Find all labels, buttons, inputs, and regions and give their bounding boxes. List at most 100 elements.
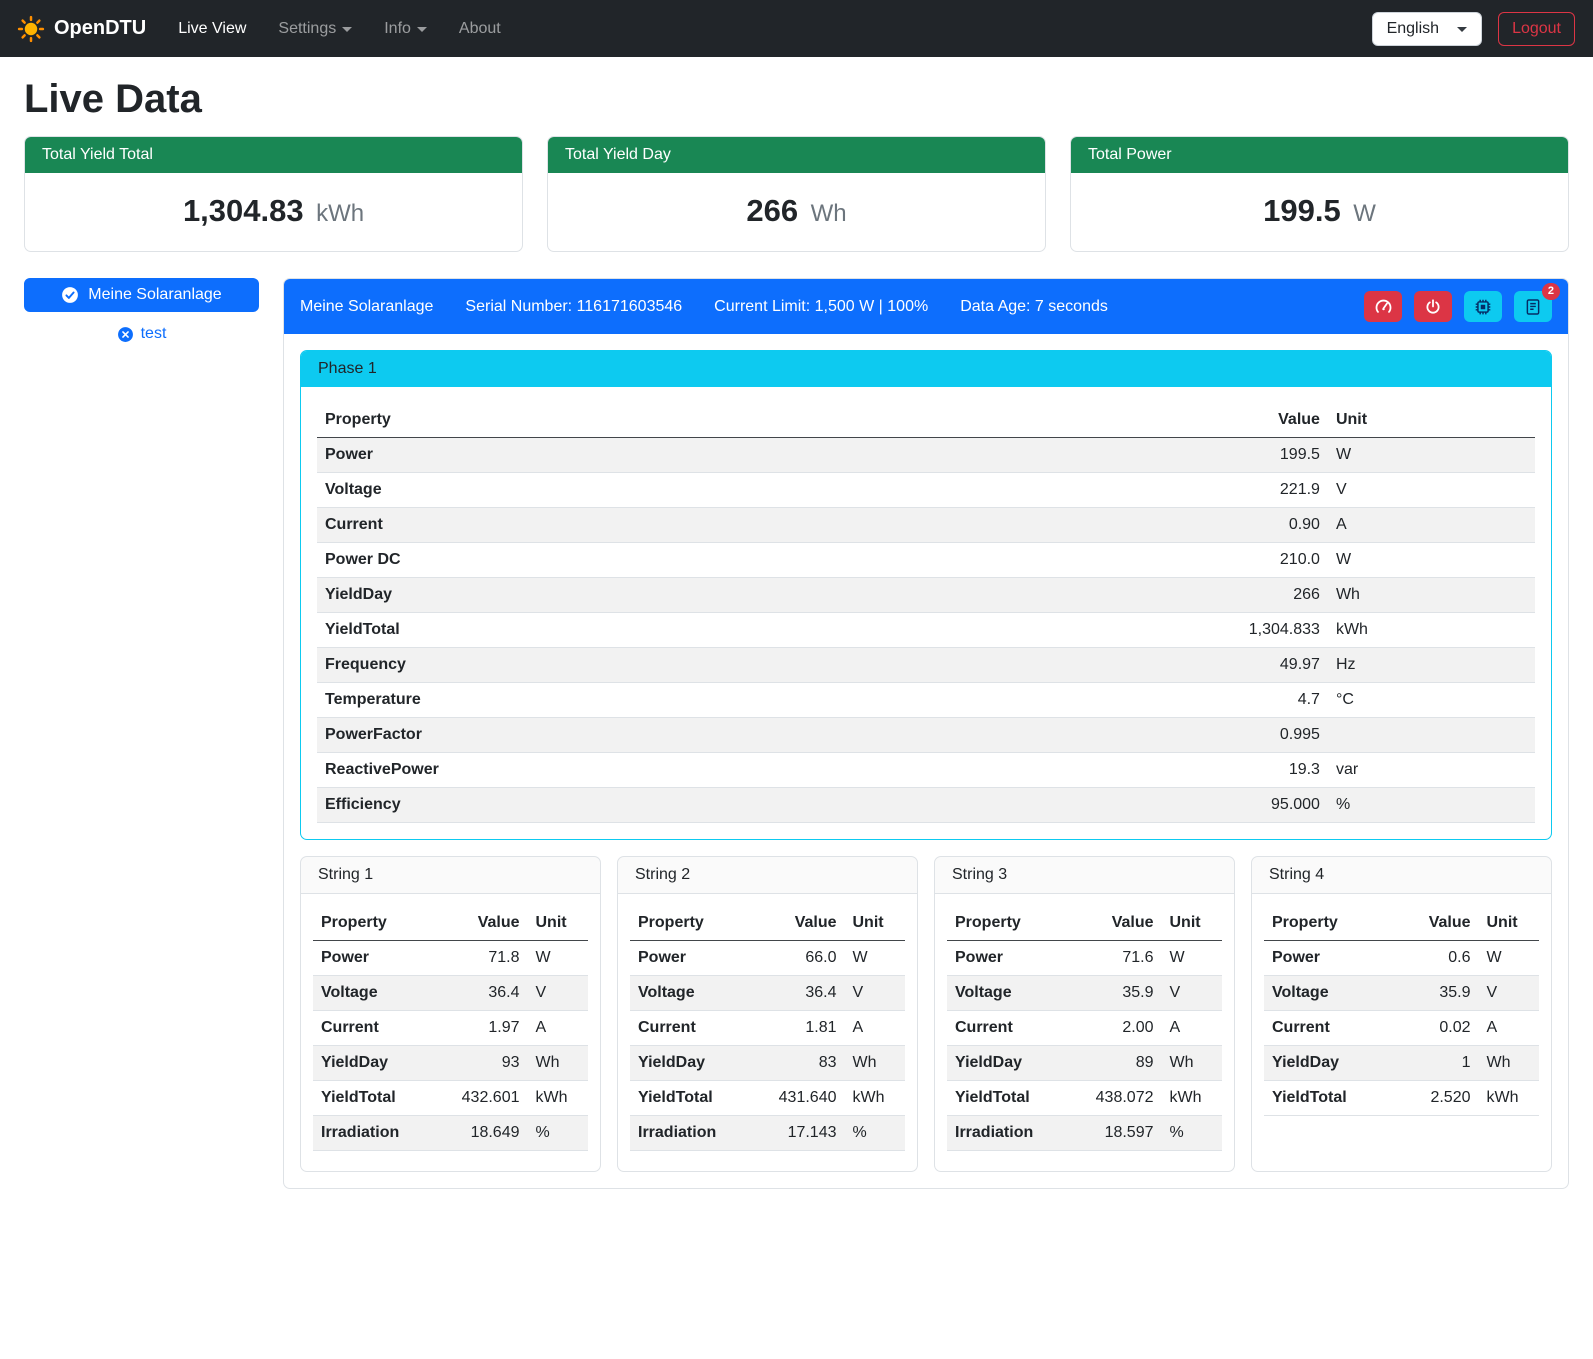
table-row: Irradiation17.143%: [630, 1116, 905, 1151]
page-content: Live Data Total Yield Total 1,304.83 kWh…: [0, 77, 1593, 1213]
column-header-property: Property: [1264, 906, 1388, 941]
table-row: Voltage221.9V: [317, 473, 1535, 508]
table-row: Power71.6W: [947, 941, 1222, 976]
inverter-card-body: Phase 1 Property Value Unit Power199.5WV…: [284, 334, 1568, 1188]
table-row: YieldDay1Wh: [1264, 1046, 1539, 1081]
unit-cell: %: [1162, 1116, 1223, 1151]
cpu-icon: [1474, 298, 1492, 316]
language-select[interactable]: English: [1372, 12, 1482, 46]
table-row: YieldTotal438.072kWh: [947, 1081, 1222, 1116]
inverter-card-header: Meine Solaranlage Serial Number: 1161716…: [284, 279, 1568, 334]
summary-card-title: Total Power: [1071, 137, 1568, 173]
unit-cell: W: [1479, 941, 1540, 976]
table-row: PowerFactor0.995: [317, 718, 1535, 753]
device-info-button[interactable]: [1464, 291, 1502, 322]
unit-cell: °C: [1328, 683, 1535, 718]
value-cell: 93: [437, 1046, 528, 1081]
unit-cell: kWh: [528, 1081, 589, 1116]
property-cell: YieldDay: [313, 1046, 437, 1081]
table-row: Irradiation18.649%: [313, 1116, 588, 1151]
summary-value: 1,304.83: [183, 193, 304, 228]
summary-card-total-power: Total Power 199.5 W: [1070, 136, 1569, 252]
unit-cell: W: [528, 941, 589, 976]
property-cell: YieldTotal: [313, 1081, 437, 1116]
event-log-button[interactable]: 2: [1514, 291, 1552, 322]
value-cell: 18.649: [437, 1116, 528, 1151]
event-count-badge: 2: [1542, 283, 1560, 300]
value-cell: 0.90: [1206, 508, 1328, 543]
property-cell: YieldDay: [1264, 1046, 1388, 1081]
x-circle-icon[interactable]: [117, 326, 134, 343]
limit-settings-button[interactable]: [1364, 291, 1402, 322]
value-cell: 17.143: [754, 1116, 845, 1151]
property-cell: Current: [1264, 1011, 1388, 1046]
property-cell: Irradiation: [313, 1116, 437, 1151]
phase-title: Phase 1: [301, 351, 1551, 387]
value-cell: 2.520: [1388, 1081, 1479, 1116]
nav-item-live-view[interactable]: Live View: [162, 12, 262, 46]
value-cell: 1.97: [437, 1011, 528, 1046]
table-row: Current1.97A: [313, 1011, 588, 1046]
inverter-card: Meine Solaranlage Serial Number: 1161716…: [283, 278, 1569, 1189]
unit-cell: W: [1328, 438, 1535, 473]
table-row: Power71.8W: [313, 941, 588, 976]
property-cell: Current: [317, 508, 1206, 543]
inverter-select-button[interactable]: Meine Solaranlage: [24, 278, 259, 312]
property-cell: Power: [1264, 941, 1388, 976]
unit-cell: kWh: [1162, 1081, 1223, 1116]
journal-icon: [1524, 298, 1542, 316]
inverter-serial: Serial Number: 116171603546: [465, 298, 682, 316]
column-header-unit: Unit: [845, 906, 906, 941]
unit-cell: V: [1479, 976, 1540, 1011]
inverter-sidebar: Meine Solaranlage test: [24, 278, 259, 343]
string-title: String 4: [1252, 857, 1551, 894]
column-header-property: Property: [317, 403, 1206, 438]
value-cell: 89: [1071, 1046, 1162, 1081]
value-cell: 35.9: [1071, 976, 1162, 1011]
property-cell: Voltage: [947, 976, 1071, 1011]
value-cell: 71.6: [1071, 941, 1162, 976]
property-cell: Frequency: [317, 648, 1206, 683]
power-button[interactable]: [1414, 291, 1452, 322]
brand-label: OpenDTU: [54, 17, 146, 40]
value-cell: 49.97: [1206, 648, 1328, 683]
nav-item-label: Info: [384, 20, 411, 38]
summary-card-total-yield-total: Total Yield Total 1,304.83 kWh: [24, 136, 523, 252]
value-cell: 36.4: [754, 976, 845, 1011]
property-cell: Power: [313, 941, 437, 976]
nav-item-info[interactable]: Info: [368, 12, 443, 46]
value-cell: 431.640: [754, 1081, 845, 1116]
nav-item-settings[interactable]: Settings: [262, 12, 368, 46]
property-cell: YieldTotal: [947, 1081, 1071, 1116]
string-title: String 1: [301, 857, 600, 894]
string-title: String 2: [618, 857, 917, 894]
summary-card-body: 199.5 W: [1071, 173, 1568, 251]
summary-value: 266: [746, 193, 798, 228]
table-row: Current1.81A: [630, 1011, 905, 1046]
unit-cell: W: [1328, 543, 1535, 578]
string-table: Property Value Unit Power66.0WVoltage36.…: [630, 906, 905, 1151]
unit-cell: %: [528, 1116, 589, 1151]
string-table: Property Value Unit Power71.8WVoltage36.…: [313, 906, 588, 1151]
table-row: YieldTotal2.520kWh: [1264, 1081, 1539, 1116]
unit-cell: A: [845, 1011, 906, 1046]
property-cell: Current: [947, 1011, 1071, 1046]
tag-filter-test[interactable]: test: [117, 325, 167, 343]
property-cell: Power: [947, 941, 1071, 976]
table-header-row: Property Value Unit: [313, 906, 588, 941]
string-card-body: Property Value Unit Power71.6WVoltage35.…: [935, 894, 1234, 1171]
table-row: Voltage36.4V: [313, 976, 588, 1011]
string-table: Property Value Unit Power71.6WVoltage35.…: [947, 906, 1222, 1151]
speedometer-icon: [1374, 297, 1393, 316]
value-cell: 83: [754, 1046, 845, 1081]
table-row: Temperature4.7°C: [317, 683, 1535, 718]
value-cell: 0.995: [1206, 718, 1328, 753]
chevron-down-icon: [342, 27, 352, 32]
nav-item-about[interactable]: About: [443, 12, 517, 46]
nav-item-label: About: [459, 20, 501, 38]
string-card-body: Property Value Unit Power66.0WVoltage36.…: [618, 894, 917, 1171]
logout-button[interactable]: Logout: [1498, 12, 1575, 46]
value-cell: 71.8: [437, 941, 528, 976]
brand-link[interactable]: OpenDTU: [12, 10, 154, 48]
unit-cell: Wh: [528, 1046, 589, 1081]
